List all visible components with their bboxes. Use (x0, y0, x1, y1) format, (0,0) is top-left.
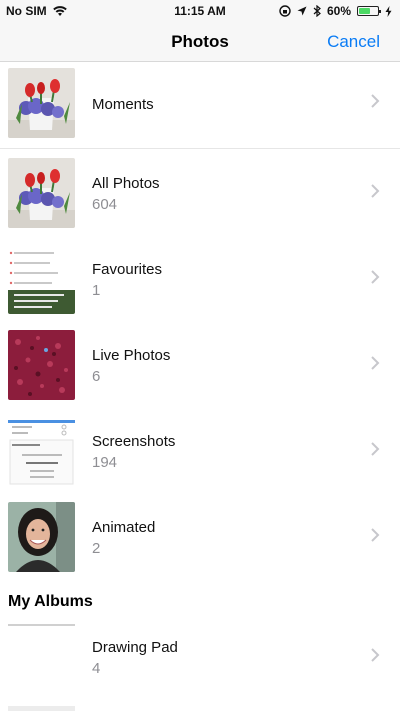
chevron-right-icon (371, 648, 380, 662)
album-count: 1 (92, 282, 101, 299)
album-count: 194 (92, 454, 118, 471)
album-row-screenshots[interactable]: Screenshots 194 (0, 410, 400, 492)
album-thumbnail (8, 68, 75, 138)
album-thumbnail (8, 416, 75, 486)
navigation-bar: Photos Cancel (0, 22, 400, 62)
album-row-favourites[interactable]: Favourites 1 (0, 238, 400, 320)
chevron-right-icon (371, 184, 380, 198)
battery-icon (357, 6, 381, 16)
album-title: All Photos (92, 175, 160, 192)
album-row-all-photos[interactable]: All Photos 604 (0, 152, 400, 234)
battery-percent: 60% (326, 4, 351, 18)
album-row-live-photos[interactable]: Live Photos 6 (0, 324, 400, 406)
chevron-right-icon (371, 270, 380, 284)
bluetooth-icon (313, 5, 321, 17)
album-thumbnail (8, 330, 75, 400)
chevron-right-icon (371, 528, 380, 542)
status-right: 60% (279, 4, 392, 18)
status-bar: No SIM 11:15 AM 60% (0, 0, 400, 22)
orientation-lock-icon (279, 5, 291, 17)
album-count: 4 (92, 660, 101, 677)
album-row-animated[interactable]: Animated 2 (0, 496, 400, 578)
photo-picker-screen: No SIM 11:15 AM 60% Photos Cancel Moment… (0, 0, 400, 711)
album-row-moments[interactable]: Moments (0, 62, 400, 144)
album-title: Live Photos (92, 347, 171, 364)
album-title: Animated (92, 519, 156, 536)
location-arrow-icon (297, 6, 307, 16)
chevron-right-icon (371, 442, 380, 456)
album-thumbnail (8, 502, 75, 572)
chevron-right-icon (371, 94, 380, 108)
album-thumbnail-partial (8, 706, 75, 711)
album-title: Favourites (92, 261, 163, 278)
chevron-right-icon (371, 356, 380, 370)
album-count: 604 (92, 196, 118, 213)
album-thumbnail (8, 158, 75, 228)
charging-bolt-icon (385, 5, 392, 17)
album-thumbnail (8, 244, 75, 314)
album-title: Moments (92, 96, 154, 113)
section-header-my-albums: My Albums (8, 593, 93, 610)
album-count: 6 (92, 368, 101, 385)
album-row-drawing-pad[interactable]: Drawing Pad 4 (0, 616, 400, 698)
battery-fill (359, 8, 370, 14)
cancel-button[interactable]: Cancel (327, 32, 380, 52)
album-count: 2 (92, 540, 101, 557)
album-title: Screenshots (92, 433, 176, 450)
divider (0, 148, 400, 149)
album-title: Drawing Pad (92, 639, 178, 656)
album-thumbnail (8, 622, 75, 692)
